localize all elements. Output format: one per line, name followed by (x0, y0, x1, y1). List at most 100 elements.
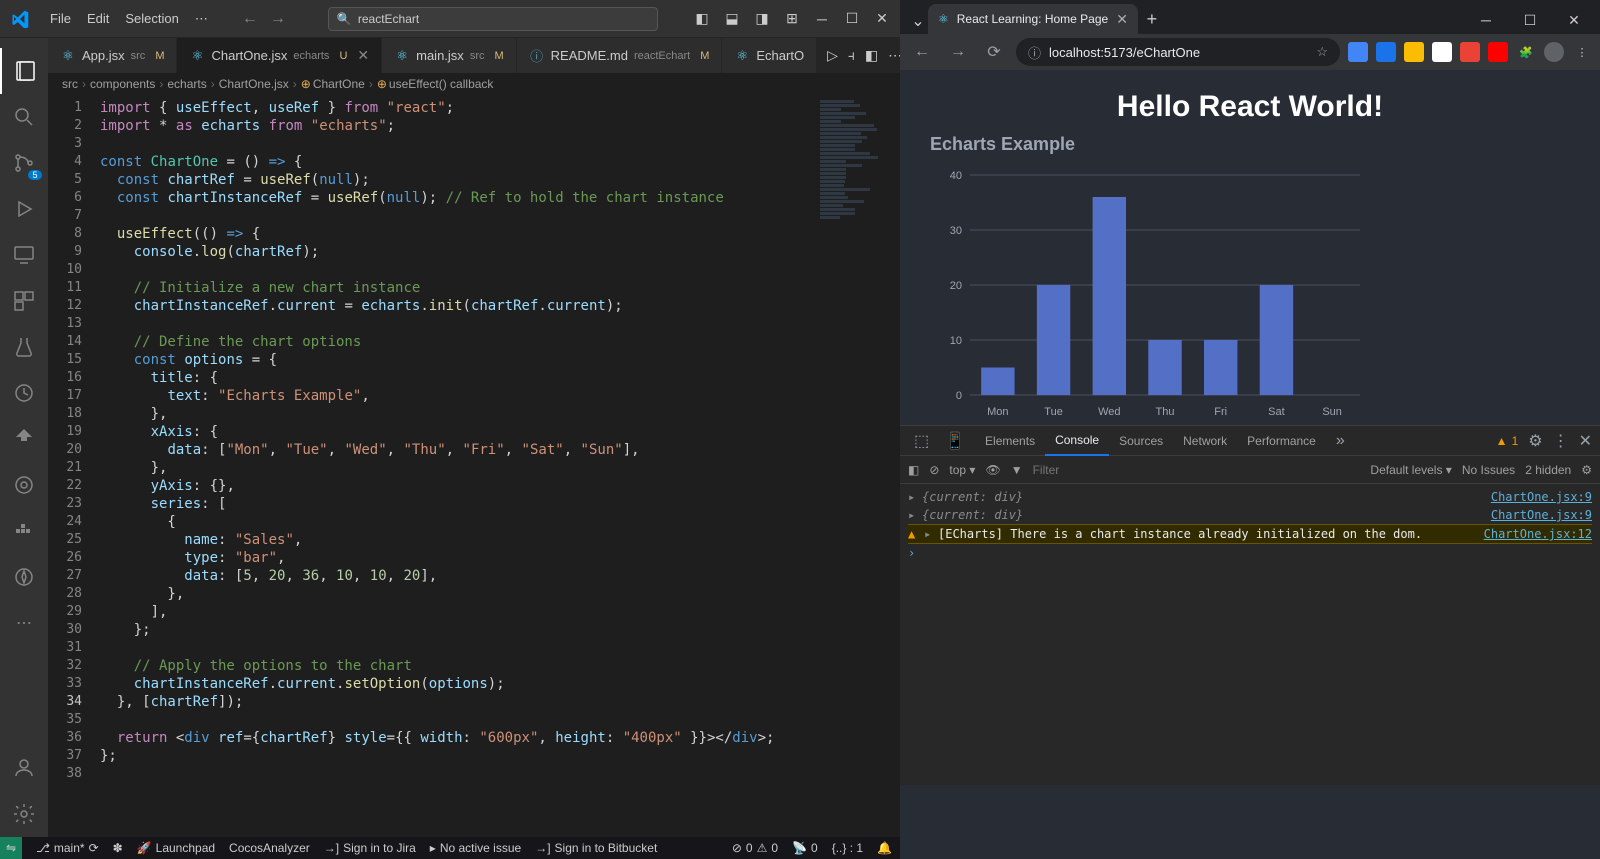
activity-generic-1-icon[interactable] (0, 462, 48, 508)
code-line[interactable]: series: [ (100, 495, 900, 513)
expand-icon[interactable]: ▸ (908, 508, 922, 522)
breadcrumbs[interactable]: src›components›echarts›ChartOne.jsx›⊕Cha… (48, 73, 900, 95)
run-debug-icon[interactable] (0, 186, 48, 232)
launchpad-button[interactable]: 🚀Launchpad (137, 841, 215, 855)
extensions-menu-icon[interactable]: 🧩 (1516, 42, 1536, 62)
nav-back-icon[interactable]: ← (236, 10, 264, 28)
back-button-icon[interactable]: ← (908, 38, 936, 66)
menu-selection[interactable]: Selection (117, 11, 186, 26)
inspect-icon[interactable]: ⬚ (908, 431, 935, 451)
issue-indicator[interactable]: ▸No active issue (430, 841, 521, 855)
editor-tab[interactable]: ⚛ App.jsx src M (48, 38, 177, 73)
code-line[interactable]: yAxis: {}, (100, 477, 900, 495)
minimize-icon[interactable]: ─ (814, 11, 830, 27)
code-line[interactable] (100, 639, 900, 657)
command-center-search[interactable]: 🔍 reactEchart (328, 7, 658, 31)
menu-file[interactable]: File (42, 11, 79, 26)
code-line[interactable]: const chartInstanceRef = useRef(null); /… (100, 189, 900, 207)
hidden-count[interactable]: 2 hidden (1525, 463, 1571, 477)
code-line[interactable]: const chartRef = useRef(null); (100, 171, 900, 189)
remote-button[interactable]: ⇋ (0, 837, 22, 859)
code-line[interactable]: }; (100, 621, 900, 639)
browser-tab[interactable]: ⚛ React Learning: Home Page ✕ (928, 4, 1138, 34)
console-source-link[interactable]: ChartOne.jsx:9 (1491, 490, 1592, 504)
code-line[interactable]: text: "Echarts Example", (100, 387, 900, 405)
split-icon[interactable]: ⫞ (848, 47, 855, 64)
testing-icon[interactable] (0, 324, 48, 370)
chart-bar[interactable] (1260, 285, 1293, 395)
breadcrumb-item[interactable]: echarts (167, 77, 206, 91)
forward-button-icon[interactable]: → (944, 38, 972, 66)
code-line[interactable]: ], (100, 603, 900, 621)
ext-icon-3[interactable] (1404, 42, 1424, 62)
site-info-icon[interactable]: ⓘ (1028, 43, 1041, 62)
console-line[interactable]: ▸{current: div}ChartOne.jsx:9 (908, 506, 1592, 524)
layout-icon[interactable]: ⊞ (784, 11, 800, 27)
close-tab-icon[interactable]: ✕ (357, 47, 369, 64)
editor-tab[interactable]: ⚛ main.jsx src M (382, 38, 517, 73)
device-toggle-icon[interactable]: 📱 (939, 431, 971, 451)
chart-bar[interactable] (1037, 285, 1070, 395)
editor-tab[interactable]: ⚛ ChartOne.jsx echarts U ✕ (177, 38, 382, 73)
console-sidebar-icon[interactable]: ◧ (908, 463, 919, 477)
problems-indicator[interactable]: ⊘0 ⚠0 (732, 841, 778, 855)
code-content[interactable]: import { useEffect, useRef } from "react… (100, 99, 900, 837)
code-line[interactable]: import { useEffect, useRef } from "react… (100, 99, 900, 117)
cocos-button[interactable]: CocosAnalyzer (229, 841, 310, 855)
account-icon[interactable] (0, 745, 48, 791)
bookmark-icon[interactable]: ☆ (1316, 44, 1328, 60)
expand-icon[interactable]: ▸ (908, 490, 922, 504)
profile-avatar-icon[interactable] (1544, 42, 1564, 62)
chart-bar[interactable] (1204, 340, 1237, 395)
code-line[interactable] (100, 765, 900, 783)
code-line[interactable]: chartInstanceRef.current.setOption(optio… (100, 675, 900, 693)
nav-forward-icon[interactable]: → (264, 10, 292, 28)
code-line[interactable]: type: "bar", (100, 549, 900, 567)
code-line[interactable]: // Initialize a new chart instance (100, 279, 900, 297)
devtools-settings-icon[interactable]: ⚙ (1528, 431, 1542, 451)
maximize-icon[interactable]: ☐ (844, 11, 860, 27)
console-line[interactable]: ▲▸[ECharts] There is a chart instance al… (908, 524, 1592, 544)
code-line[interactable]: name: "Sales", (100, 531, 900, 549)
ext-icon-2[interactable] (1376, 42, 1396, 62)
gear-icon[interactable] (0, 791, 48, 837)
console-input[interactable]: › (908, 544, 1592, 562)
minimap[interactable] (820, 100, 890, 220)
ext-icon-1[interactable] (1348, 42, 1368, 62)
devtools-tab-elements[interactable]: Elements (975, 426, 1045, 456)
code-line[interactable]: import * as echarts from "echarts"; (100, 117, 900, 135)
activity-generic-2-icon[interactable] (0, 554, 48, 600)
more-tabs-icon[interactable]: » (1330, 432, 1351, 450)
code-line[interactable]: xAxis: { (100, 423, 900, 441)
breadcrumb-item[interactable]: ChartOne.jsx (219, 77, 289, 91)
panel-icon[interactable]: ◧ (865, 47, 878, 64)
run-icon[interactable]: ▷ (827, 47, 838, 64)
code-line[interactable] (100, 207, 900, 225)
devtools-tab-network[interactable]: Network (1173, 426, 1237, 456)
panel-bottom-icon[interactable]: ⬓ (724, 11, 740, 27)
prettier-icon[interactable]: ✽ (113, 841, 123, 855)
editor-tab[interactable]: ⓘ README.md reactEchart M (517, 38, 723, 73)
chart-bar[interactable] (981, 368, 1014, 396)
devtools-close-icon[interactable]: ✕ (1579, 431, 1592, 451)
code-line[interactable] (100, 711, 900, 729)
devtools-tab-sources[interactable]: Sources (1109, 426, 1173, 456)
menu-more-icon[interactable]: ⋯ (187, 11, 216, 27)
breadcrumb-item[interactable]: ⊕useEffect() callback (377, 77, 494, 91)
chrome-menu-icon[interactable]: ⋮ (1572, 42, 1592, 62)
close-window-icon[interactable]: ✕ (1560, 6, 1588, 34)
code-line[interactable]: // Apply the options to the chart (100, 657, 900, 675)
code-line[interactable]: useEffect(() => { (100, 225, 900, 243)
editor-tab[interactable]: ⚛ EchartO (722, 38, 817, 73)
breadcrumb-item[interactable]: components (90, 77, 155, 91)
explorer-icon[interactable] (0, 48, 48, 94)
chart-bar[interactable] (1093, 197, 1126, 395)
ext-icon-4[interactable] (1432, 42, 1452, 62)
docker-icon[interactable] (0, 508, 48, 554)
context-selector[interactable]: top ▾ (949, 463, 975, 477)
maximize-window-icon[interactable]: ☐ (1516, 6, 1544, 34)
devtools-menu-icon[interactable]: ⋮ (1553, 431, 1569, 451)
jira-signin-button[interactable]: →]Sign in to Jira (324, 841, 416, 855)
new-tab-button[interactable]: + (1138, 4, 1166, 34)
console-settings-icon[interactable]: ⚙ (1581, 463, 1592, 477)
